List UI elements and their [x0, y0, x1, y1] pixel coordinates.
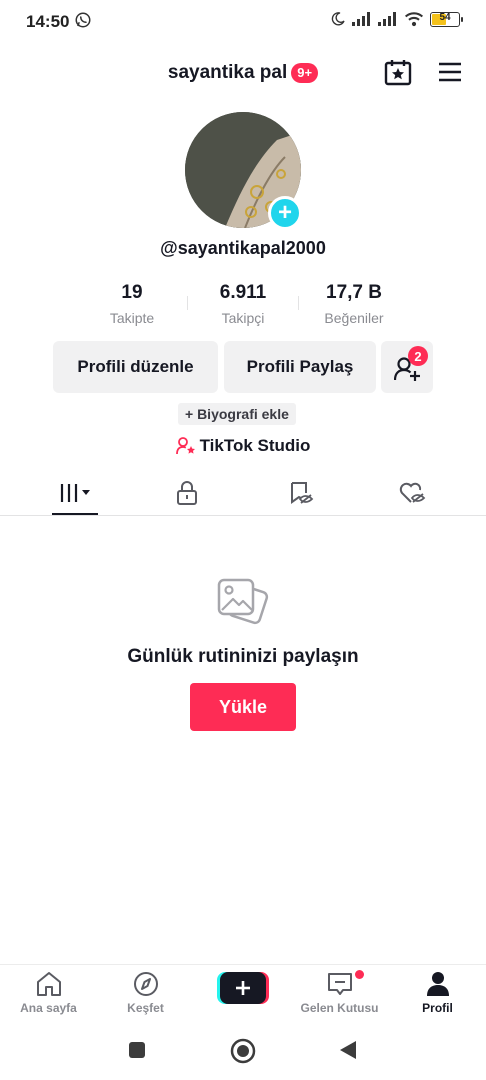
signal-icon [352, 12, 370, 26]
likes-stat[interactable]: 17,7 B Beğeniler [299, 282, 409, 326]
likes-count: 17,7 B [326, 282, 382, 303]
nav-home[interactable]: Ana sayfa [0, 971, 97, 1015]
content-tabs [0, 470, 486, 516]
notification-badge: 9+ [291, 63, 319, 83]
whatsapp-icon [75, 12, 91, 28]
nav-discover-label: Keşfet [127, 1001, 164, 1015]
profile-icon [426, 972, 449, 996]
followers-count: 6.911 [219, 282, 267, 303]
tab-private[interactable] [126, 470, 247, 516]
page-title[interactable]: sayantika pal [168, 62, 287, 84]
compass-icon [133, 972, 158, 996]
back-icon[interactable] [338, 1039, 358, 1061]
photo-stack-icon [217, 578, 269, 625]
repost-icon [290, 482, 313, 504]
nav-profile-label: Profil [422, 1001, 453, 1015]
add-avatar-button[interactable]: + [268, 196, 302, 230]
battery-icon: 54 [430, 11, 463, 27]
moon-icon [331, 12, 345, 26]
likes-label: Beğeniler [324, 310, 384, 326]
lock-icon [176, 481, 197, 505]
recents-icon[interactable] [128, 1041, 146, 1059]
system-navigation [0, 1022, 486, 1080]
following-count: 19 [121, 282, 143, 303]
status-time: 14:50 [26, 12, 70, 31]
nav-profile[interactable]: Profil [389, 971, 486, 1015]
profile-header: sayantika pal 9+ [0, 52, 486, 92]
nav-home-label: Ana sayfa [20, 1001, 77, 1015]
wifi-icon [404, 12, 424, 27]
create-icon[interactable] [217, 972, 269, 1004]
profile-handle: @sayantikapal2000 [160, 238, 326, 258]
menu-icon[interactable] [438, 60, 462, 84]
grid-icon [60, 484, 90, 502]
edit-profile-button[interactable]: Profili düzenle [53, 341, 218, 393]
nav-discover[interactable]: Keşfet [97, 971, 194, 1015]
following-stat[interactable]: 19 Takipte [77, 282, 187, 326]
add-bio-button[interactable]: + Biyografi ekle [178, 403, 296, 425]
tab-videos[interactable] [15, 470, 136, 516]
nav-inbox[interactable]: Gelen Kutusu [291, 971, 388, 1015]
nav-inbox-label: Gelen Kutusu [300, 1001, 379, 1015]
share-profile-button[interactable]: Profili Paylaş [224, 341, 376, 393]
upload-button[interactable]: Yükle [190, 683, 296, 731]
profile-stats: 19 Takipte 6.911 Takipçi 17,7 B Beğenile… [0, 282, 486, 332]
inbox-notification-dot [355, 970, 364, 979]
calendar-star-icon[interactable] [384, 58, 412, 86]
signal-icon [378, 12, 396, 26]
studio-icon [175, 437, 195, 455]
tab-reposts[interactable] [240, 470, 361, 516]
status-icons: 54 [330, 11, 463, 27]
empty-state-title: Günlük rutininizi paylaşın [127, 646, 359, 667]
liked-icon [399, 482, 425, 503]
followers-stat[interactable]: 6.911 Takipçi [188, 282, 298, 326]
active-tab-indicator [52, 513, 98, 515]
home-button-icon[interactable] [230, 1038, 256, 1064]
add-friend-badge: 2 [408, 346, 428, 366]
tab-liked[interactable] [351, 470, 472, 516]
following-label: Takipte [109, 310, 155, 326]
tiktok-studio-link[interactable]: TikTok Studio [0, 436, 486, 456]
home-icon [36, 972, 61, 996]
status-bar: 14:50 54 [0, 0, 486, 42]
followers-label: Takipçi [221, 310, 265, 326]
studio-label: TikTok Studio [199, 436, 311, 455]
inbox-icon [327, 973, 352, 995]
